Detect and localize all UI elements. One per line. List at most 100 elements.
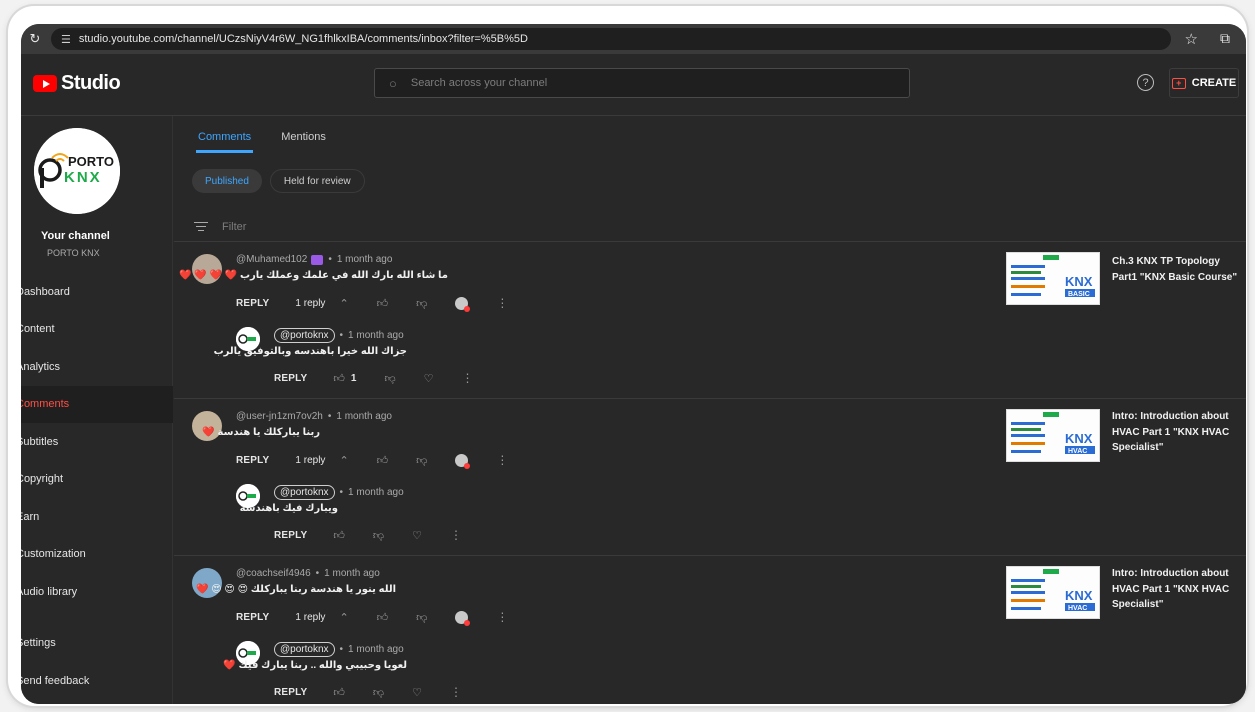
reply-author[interactable]: @portoknx (274, 485, 335, 500)
reply-author[interactable]: @portoknx (274, 642, 335, 657)
site-settings-icon[interactable]: ☰ (61, 33, 71, 46)
studio-logo[interactable]: Studio (33, 72, 121, 95)
reply-time[interactable]: 1 month ago (348, 644, 404, 655)
comment-thread: @user-jn1zm7ov2h • 1 month ago ربنا يبار… (174, 399, 1246, 556)
video-thumbnail[interactable]: KNX HVAC (1006, 566, 1100, 619)
channel-avatar[interactable]: PORTO KNX (34, 128, 120, 214)
reload-icon[interactable]: ↻ (21, 31, 49, 47)
extensions-icon[interactable]: ⧉ (1220, 30, 1230, 47)
sidebar-item-dashboard[interactable]: Dashboard (21, 273, 173, 311)
video-title[interactable]: Intro: Introduction about HVAC Part 1 "K… (1112, 566, 1244, 613)
comment-text: ربنا يباركلك يا هندسة ❤️ (202, 427, 320, 438)
channel-title: Your channel (41, 230, 110, 242)
sidebar-item-copyright[interactable]: Copyright (21, 461, 173, 499)
sidebar-item-comments[interactable]: Comments (21, 385, 173, 423)
reply-button[interactable]: REPLY (274, 373, 307, 384)
sidebar-item-audio-library[interactable]: Audio library (21, 573, 173, 611)
sidebar-item-earn[interactable]: Earn (21, 498, 173, 536)
reply-text: ويبارك فيك باهندسة (239, 503, 338, 514)
sidebar-item-content[interactable]: Content (21, 311, 173, 349)
heart-icon[interactable]: ♡ (412, 686, 422, 699)
reply-time[interactable]: 1 month ago (348, 330, 404, 341)
search-input[interactable] (410, 77, 851, 89)
reply-button[interactable]: REPLY (236, 612, 269, 623)
dislike-icon[interactable]: 👎︎ (373, 529, 384, 542)
filter-bar[interactable]: Filter (174, 212, 1246, 242)
url-box[interactable]: ☰ studio.youtube.com/channel/UCzsNiyV4r6… (51, 28, 1171, 50)
like-count: 1 (350, 372, 357, 384)
reply-author[interactable]: @portoknx (274, 328, 335, 343)
chevron-up-icon[interactable]: ⌃ (339, 454, 348, 467)
search-icon: ○ (389, 75, 397, 91)
dislike-icon[interactable]: 👎︎ (416, 297, 427, 310)
creator-heart-icon[interactable] (455, 610, 471, 626)
sidebar-item-label: Subtitles (21, 435, 59, 448)
replies-toggle[interactable]: 1 reply (295, 455, 325, 466)
chip-held-for-review[interactable]: Held for review (269, 169, 365, 193)
sidebar-item-settings[interactable]: Settings (21, 625, 173, 663)
replies-toggle[interactable]: 1 reply (295, 612, 325, 623)
chevron-up-icon[interactable]: ⌃ (339, 297, 348, 310)
like-icon[interactable]: 👍︎ (377, 297, 389, 310)
dislike-icon[interactable]: 👎︎ (416, 454, 427, 467)
reply-button[interactable]: REPLY (236, 455, 269, 466)
more-options-icon[interactable]: ⋮ (496, 453, 508, 467)
comment-meta: @user-jn1zm7ov2h • 1 month ago (236, 411, 392, 422)
comment-author[interactable]: @coachseif4946 (236, 568, 311, 579)
reply-button[interactable]: REPLY (274, 687, 307, 698)
heart-icon[interactable]: ♡ (424, 372, 434, 385)
url-text: studio.youtube.com/channel/UCzsNiyV4r6W_… (78, 33, 528, 45)
sidebar-item-customization[interactable]: Customization (21, 536, 173, 574)
sidebar-item-analytics[interactable]: Analytics (21, 348, 173, 386)
chip-published[interactable]: Published (192, 169, 262, 193)
like-icon[interactable]: 👍︎ (333, 372, 345, 385)
more-options-icon[interactable]: ⋮ (462, 371, 474, 385)
reply-button[interactable]: REPLY (236, 298, 269, 309)
like-icon[interactable]: 👍︎ (333, 529, 345, 542)
reply-actions: REPLY 👍︎ 👎︎ ♡ ⋮ (274, 528, 462, 542)
bookmark-star-icon[interactable]: ☆ (1185, 30, 1198, 48)
like-icon[interactable]: 👍︎ (377, 611, 389, 624)
video-title[interactable]: Ch.3 KNX TP Topology Part1 "KNX Basic Co… (1112, 254, 1244, 285)
help-icon[interactable]: ? (1137, 74, 1154, 91)
more-options-icon[interactable]: ⋮ (496, 296, 508, 310)
video-thumbnail[interactable]: KNX BASIC (1006, 252, 1100, 305)
more-options-icon[interactable]: ⋮ (496, 610, 508, 624)
svg-text:HVAC: HVAC (1068, 605, 1087, 612)
like-icon[interactable]: 👍︎ (333, 686, 345, 699)
dislike-icon[interactable]: 👎︎ (373, 686, 384, 699)
replies-toggle[interactable]: 1 reply (295, 298, 325, 309)
browser-address-bar: ↻ ☰ studio.youtube.com/channel/UCzsNiyV4… (21, 24, 1246, 54)
comment-time[interactable]: 1 month ago (324, 568, 380, 579)
member-badge-icon (311, 254, 324, 265)
comment-time[interactable]: 1 month ago (337, 254, 393, 265)
more-options-icon[interactable]: ⋮ (450, 528, 462, 542)
reply-time[interactable]: 1 month ago (348, 487, 404, 498)
reply-button[interactable]: REPLY (274, 530, 307, 541)
logo-text: Studio (61, 72, 121, 94)
dislike-icon[interactable]: 👎︎ (384, 372, 395, 385)
tab-comments[interactable]: Comments (195, 131, 254, 153)
sidebar-item-send-feedback[interactable]: Send feedback (21, 662, 173, 700)
heart-icon[interactable]: ♡ (412, 529, 422, 542)
chevron-up-icon[interactable]: ⌃ (339, 611, 348, 624)
more-options-icon[interactable]: ⋮ (450, 685, 462, 699)
video-thumbnail[interactable]: KNX HVAC (1006, 409, 1100, 462)
comment-author[interactable]: @user-jn1zm7ov2h (236, 411, 323, 422)
comment-time[interactable]: 1 month ago (336, 411, 392, 422)
comment-author[interactable]: @Muhamed102 (236, 254, 307, 265)
video-title[interactable]: Intro: Introduction about HVAC Part 1 "K… (1112, 409, 1244, 456)
video-create-icon: + (1171, 77, 1186, 89)
create-button[interactable]: + CREATE (1169, 68, 1239, 98)
sidebar-item-label: Settings (21, 637, 56, 650)
creator-heart-icon[interactable] (455, 453, 471, 469)
comment-actions: REPLY 1 reply ⌃ 👍︎ 👎︎ ⋮ (236, 453, 508, 469)
reply-meta: @portoknx • 1 month ago (274, 485, 404, 500)
like-icon[interactable]: 👍︎ (377, 454, 389, 467)
tab-mentions[interactable]: Mentions (281, 131, 326, 153)
dislike-icon[interactable]: 👎︎ (416, 611, 427, 624)
creator-heart-icon[interactable] (455, 296, 471, 312)
svg-text:HVAC: HVAC (1068, 448, 1087, 455)
sidebar-item-subtitles[interactable]: Subtitles (21, 423, 173, 461)
